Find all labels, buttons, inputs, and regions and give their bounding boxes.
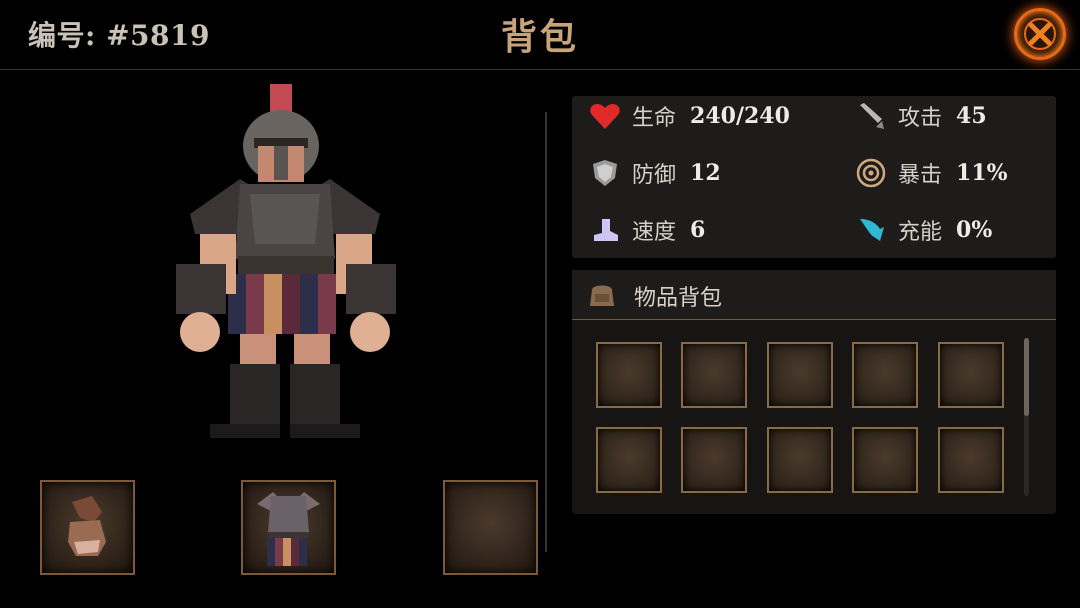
stat-speed: 速度 6 (588, 210, 705, 250)
stat-defense: 防御 12 (588, 153, 721, 193)
crit-target-icon (854, 156, 888, 190)
equip-slot-armor[interactable] (241, 480, 336, 575)
armor-icon (257, 492, 320, 566)
stat-attack-value: 45 (956, 103, 987, 129)
inventory-panel: 物品背包 (572, 270, 1056, 514)
heart-icon (588, 99, 622, 133)
inventory-slot[interactable] (596, 342, 662, 408)
gauntlet-icon (68, 496, 106, 556)
stat-speed-label: 速度 (632, 220, 677, 245)
inventory-slot[interactable] (852, 427, 918, 493)
close-x-icon (1024, 18, 1056, 50)
inventory-header: 物品背包 (572, 270, 1056, 320)
boot-icon (588, 213, 622, 247)
inventory-slot[interactable] (681, 342, 747, 408)
inventory-scrollbar[interactable] (1024, 338, 1029, 496)
inventory-scroll-thumb[interactable] (1024, 338, 1029, 416)
stat-crit-label: 暴击 (898, 163, 943, 188)
close-button[interactable] (1014, 8, 1066, 60)
stats-panel: 生命 240/240 攻击 45 防御 12 暴击 11% 速度 6 充能 0% (572, 96, 1056, 258)
inventory-slot[interactable] (596, 427, 662, 493)
stat-speed-value: 6 (690, 217, 706, 243)
stat-attack: 攻击 45 (854, 96, 987, 136)
hero-character-figure (176, 84, 396, 438)
stat-hp-label: 生命 (632, 106, 677, 131)
inventory-slot[interactable] (767, 342, 833, 408)
sword-icon (854, 99, 888, 133)
stat-crit-value: 11% (956, 160, 1008, 186)
shield-icon (588, 156, 622, 190)
top-bar: 编号: #5819 背包 (0, 0, 1080, 70)
stat-energy-label: 充能 (898, 220, 943, 245)
stat-hp: 生命 240/240 (588, 96, 790, 136)
stat-crit: 暴击 11% (854, 153, 1008, 193)
energy-wing-icon (854, 213, 888, 247)
stat-attack-label: 攻击 (898, 106, 943, 131)
inventory-slot[interactable] (852, 342, 918, 408)
stat-defense-value: 12 (690, 160, 721, 186)
stat-energy: 充能 0% (854, 210, 992, 250)
page-title: 背包 (500, 16, 579, 58)
inventory-slot[interactable] (767, 427, 833, 493)
backpack-icon (590, 285, 614, 306)
inventory-slot[interactable] (938, 427, 1004, 493)
equip-slot-empty[interactable] (443, 480, 538, 575)
equip-slot-gauntlet[interactable] (40, 480, 135, 575)
stat-hp-value: 240/240 (690, 103, 790, 129)
inventory-slot[interactable] (938, 342, 1004, 408)
stat-energy-value: 0% (956, 217, 993, 243)
panel-divider (545, 112, 547, 552)
inventory-title: 物品背包 (634, 286, 723, 311)
stat-defense-label: 防御 (632, 163, 677, 188)
inventory-slot[interactable] (681, 427, 747, 493)
